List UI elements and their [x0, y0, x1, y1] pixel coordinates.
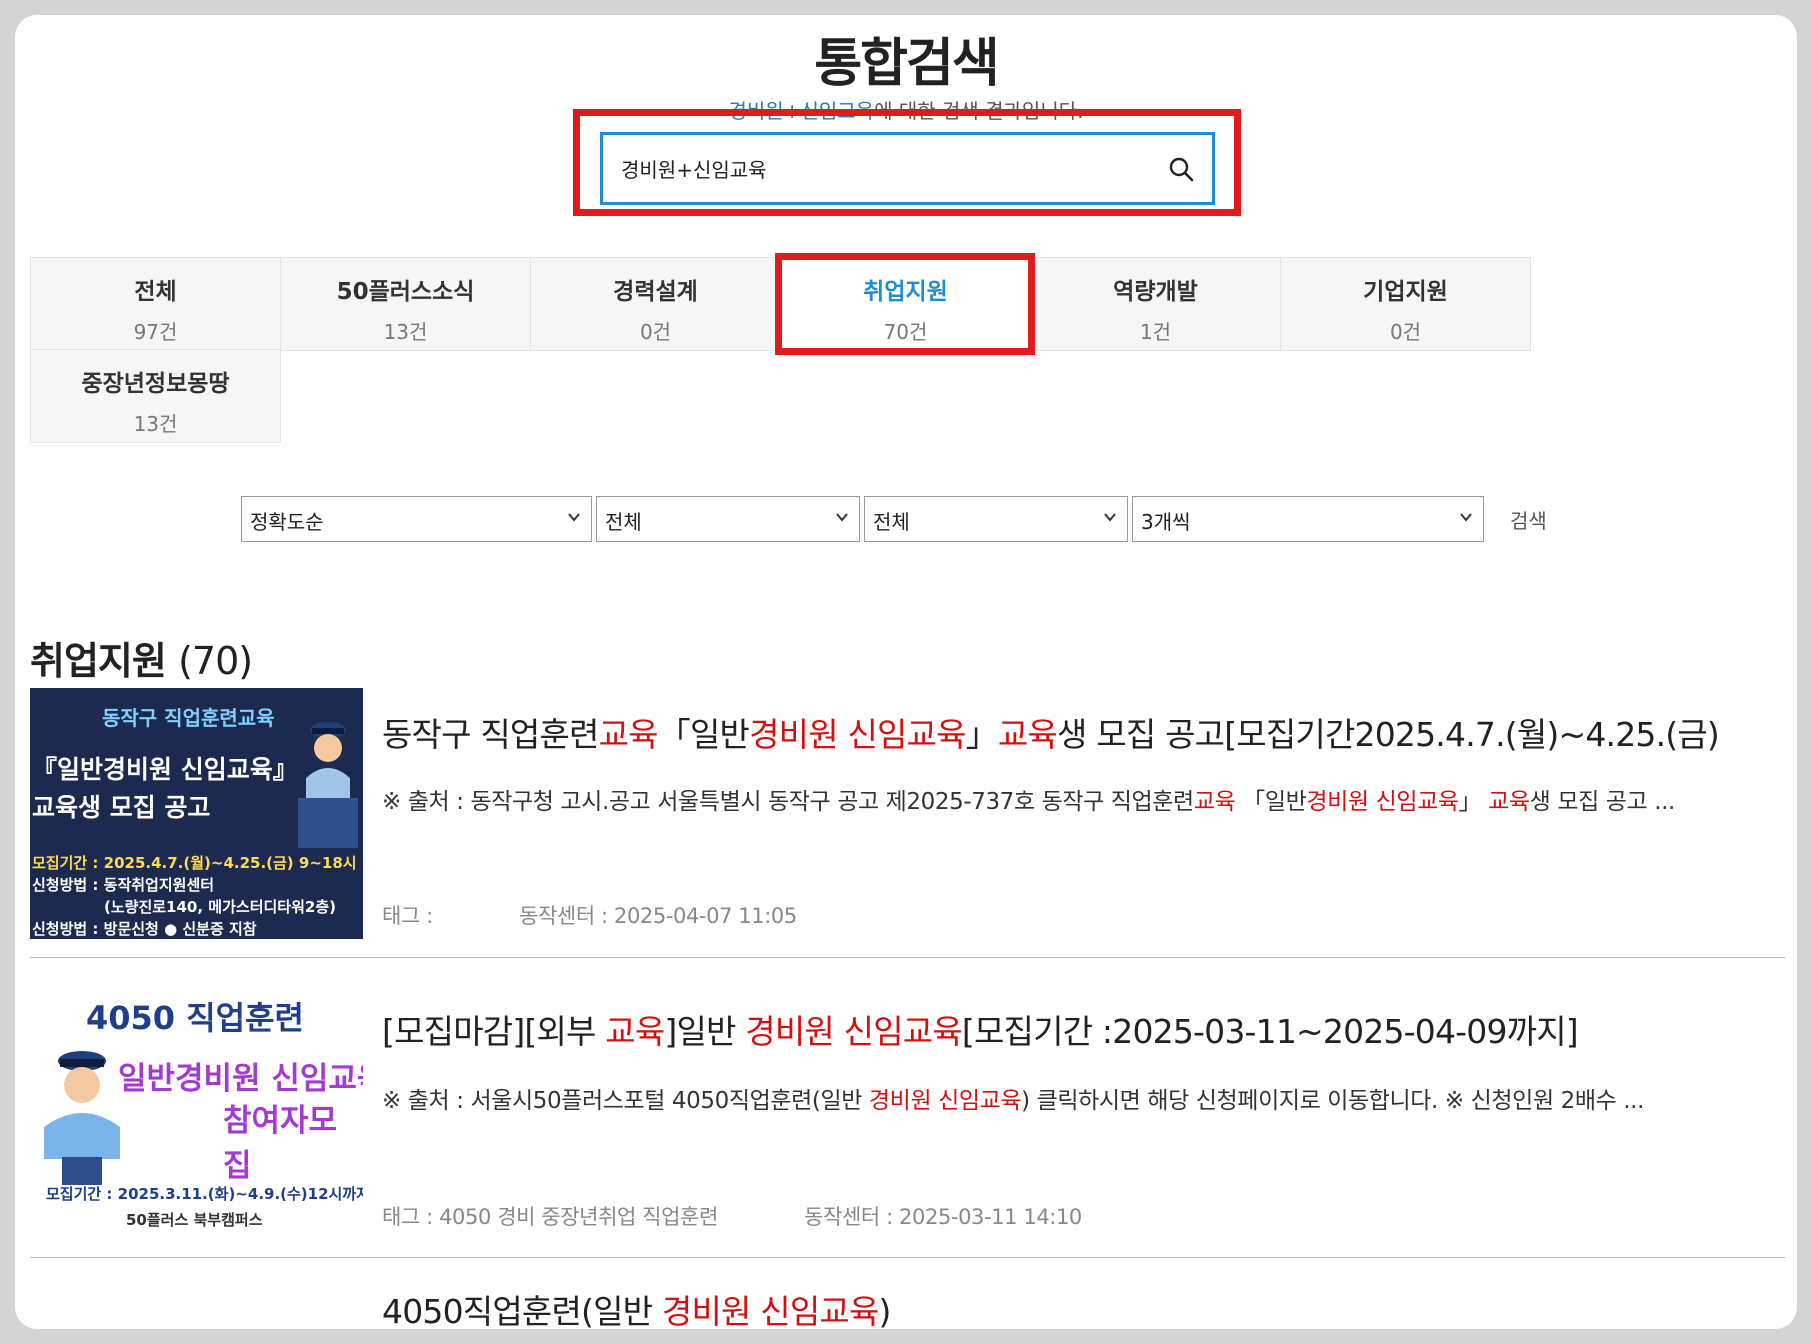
result-divider — [30, 1257, 1785, 1258]
chevron-down-icon — [567, 510, 581, 524]
tag-list[interactable]: 4050 경비 중장년취업 직업훈련 — [439, 1205, 718, 1229]
result-description: ※ 출처 : 동작구청 고시.공고 서울특별시 동작구 공고 제2025-737… — [382, 782, 1782, 816]
section-title: 취업지원 (70) — [30, 630, 252, 685]
sort-select-value: 정확도순 — [250, 510, 324, 534]
result-source: 동작센터 : 2025-04-07 11:05 — [519, 904, 797, 928]
tab-capability-development[interactable]: 역량개발 1건 — [1030, 257, 1281, 351]
thumb-line: 4050 직업훈련 — [86, 993, 304, 1039]
field-select-value: 전체 — [873, 510, 910, 534]
tab-count: 0건 — [1281, 316, 1530, 345]
thumb-line: 50플러스 북부캠퍼스 — [126, 1209, 263, 1230]
page-title: 통합검색 — [15, 21, 1797, 96]
tab-count: 13건 — [31, 408, 280, 437]
tab-count: 0건 — [531, 316, 780, 345]
page-frame: 통합검색 경비원+신임교육에 대한 검색 결과입니다. 전체 97건 50플러스… — [15, 15, 1797, 1329]
tab-count: 1건 — [1031, 316, 1280, 345]
per-page-select[interactable]: 3개씩 — [1132, 496, 1484, 542]
tab-career-design[interactable]: 경력설계 0건 — [530, 257, 781, 351]
tab-all[interactable]: 전체 97건 — [30, 257, 281, 351]
tag-label: 태그 : — [382, 904, 433, 928]
tab-count: 97건 — [31, 316, 280, 345]
thumb-line: 신청방법 : 동작취업지원센터 — [32, 874, 214, 895]
tab-label: 역량개발 — [1031, 272, 1280, 306]
section-count: (70) — [178, 639, 252, 683]
per-page-select-value: 3개씩 — [1141, 510, 1191, 534]
thumb-line: 참여자모집 — [223, 1095, 363, 1185]
category-select[interactable]: 전체 — [596, 496, 860, 542]
tab-label: 중장년정보몽땅 — [31, 364, 280, 398]
thumb-line: 교육생 모집 공고 — [32, 788, 210, 824]
tab-label: 전체 — [31, 272, 280, 306]
result-meta: 태그 : 동작센터 : 2025-04-07 11:05 — [382, 900, 797, 930]
result-thumbnail[interactable]: 4050 직업훈련 일반경비원 신임교육 참여자모집 모집기간 : 2025.3… — [30, 987, 363, 1238]
sort-select[interactable]: 정확도순 — [241, 496, 592, 542]
tab-midlife-info[interactable]: 중장년정보몽땅 13건 — [30, 349, 281, 443]
result-thumbnail[interactable]: 동작구 직업훈련교육 『일반경비원 신임교육』 교육생 모집 공고 모집기간 :… — [30, 688, 363, 939]
tab-business-support[interactable]: 기업지원 0건 — [1280, 257, 1531, 351]
result-description: ※ 출처 : 서울시50플러스포털 4050직업훈련(일반 경비원 신임교육) … — [382, 1081, 1782, 1115]
thumb-line: 모집기간 : 2025.4.7.(월)~4.25.(금) 9~18시 — [32, 852, 357, 873]
result-source: 동작센터 : 2025-03-11 14:10 — [804, 1205, 1082, 1229]
security-guard-icon — [34, 1047, 130, 1187]
filter-search-button[interactable]: 검색 — [1510, 505, 1547, 534]
search-bar[interactable] — [600, 132, 1215, 205]
chevron-down-icon — [1103, 510, 1117, 524]
thumb-line: (노량진로140, 메가스터디타워2층) — [104, 896, 336, 917]
thumb-line: 동작구 직업훈련교육 — [102, 702, 275, 731]
tab-count: 13건 — [281, 316, 530, 345]
thumb-line: 일반경비원 신임교육 — [118, 1053, 363, 1098]
thumb-line: 모집기간 : 2025.3.11.(화)~4.9.(수)12시까지 — [46, 1183, 363, 1204]
chevron-down-icon — [835, 510, 849, 524]
search-icon[interactable] — [1168, 156, 1194, 182]
thumb-line: 신청방법 : 방문신청 ● 신분증 지참 — [32, 918, 257, 939]
tag-label: 태그 : — [382, 1205, 433, 1229]
category-select-value: 전체 — [605, 510, 642, 534]
search-input[interactable] — [621, 157, 1168, 181]
result-divider — [30, 957, 1785, 958]
result-title[interactable]: [모집마감][외부 교육]일반 경비원 신임교육[모집기간 :2025-03-1… — [382, 1005, 1578, 1053]
field-select[interactable]: 전체 — [864, 496, 1128, 542]
security-guard-icon — [298, 718, 358, 848]
tab-label: 경력설계 — [531, 272, 780, 306]
result-title[interactable]: 동작구 직업훈련교육「일반경비원 신임교육」교육생 모집 공고[모집기간2025… — [382, 708, 1719, 756]
chevron-down-icon — [1459, 510, 1473, 524]
result-meta: 태그 : 4050 경비 중장년취업 직업훈련 동작센터 : 2025-03-1… — [382, 1201, 1082, 1231]
section-title-text: 취업지원 — [30, 639, 166, 683]
tab-highlight-box — [775, 253, 1035, 355]
tab-label: 기업지원 — [1281, 272, 1530, 306]
result-title[interactable]: 4050직업훈련(일반 경비원 신임교육) — [382, 1285, 891, 1329]
tab-label: 50플러스소식 — [281, 272, 530, 306]
thumb-line: 『일반경비원 신임교육』 — [32, 750, 298, 786]
tab-50plus-news[interactable]: 50플러스소식 13건 — [280, 257, 531, 351]
